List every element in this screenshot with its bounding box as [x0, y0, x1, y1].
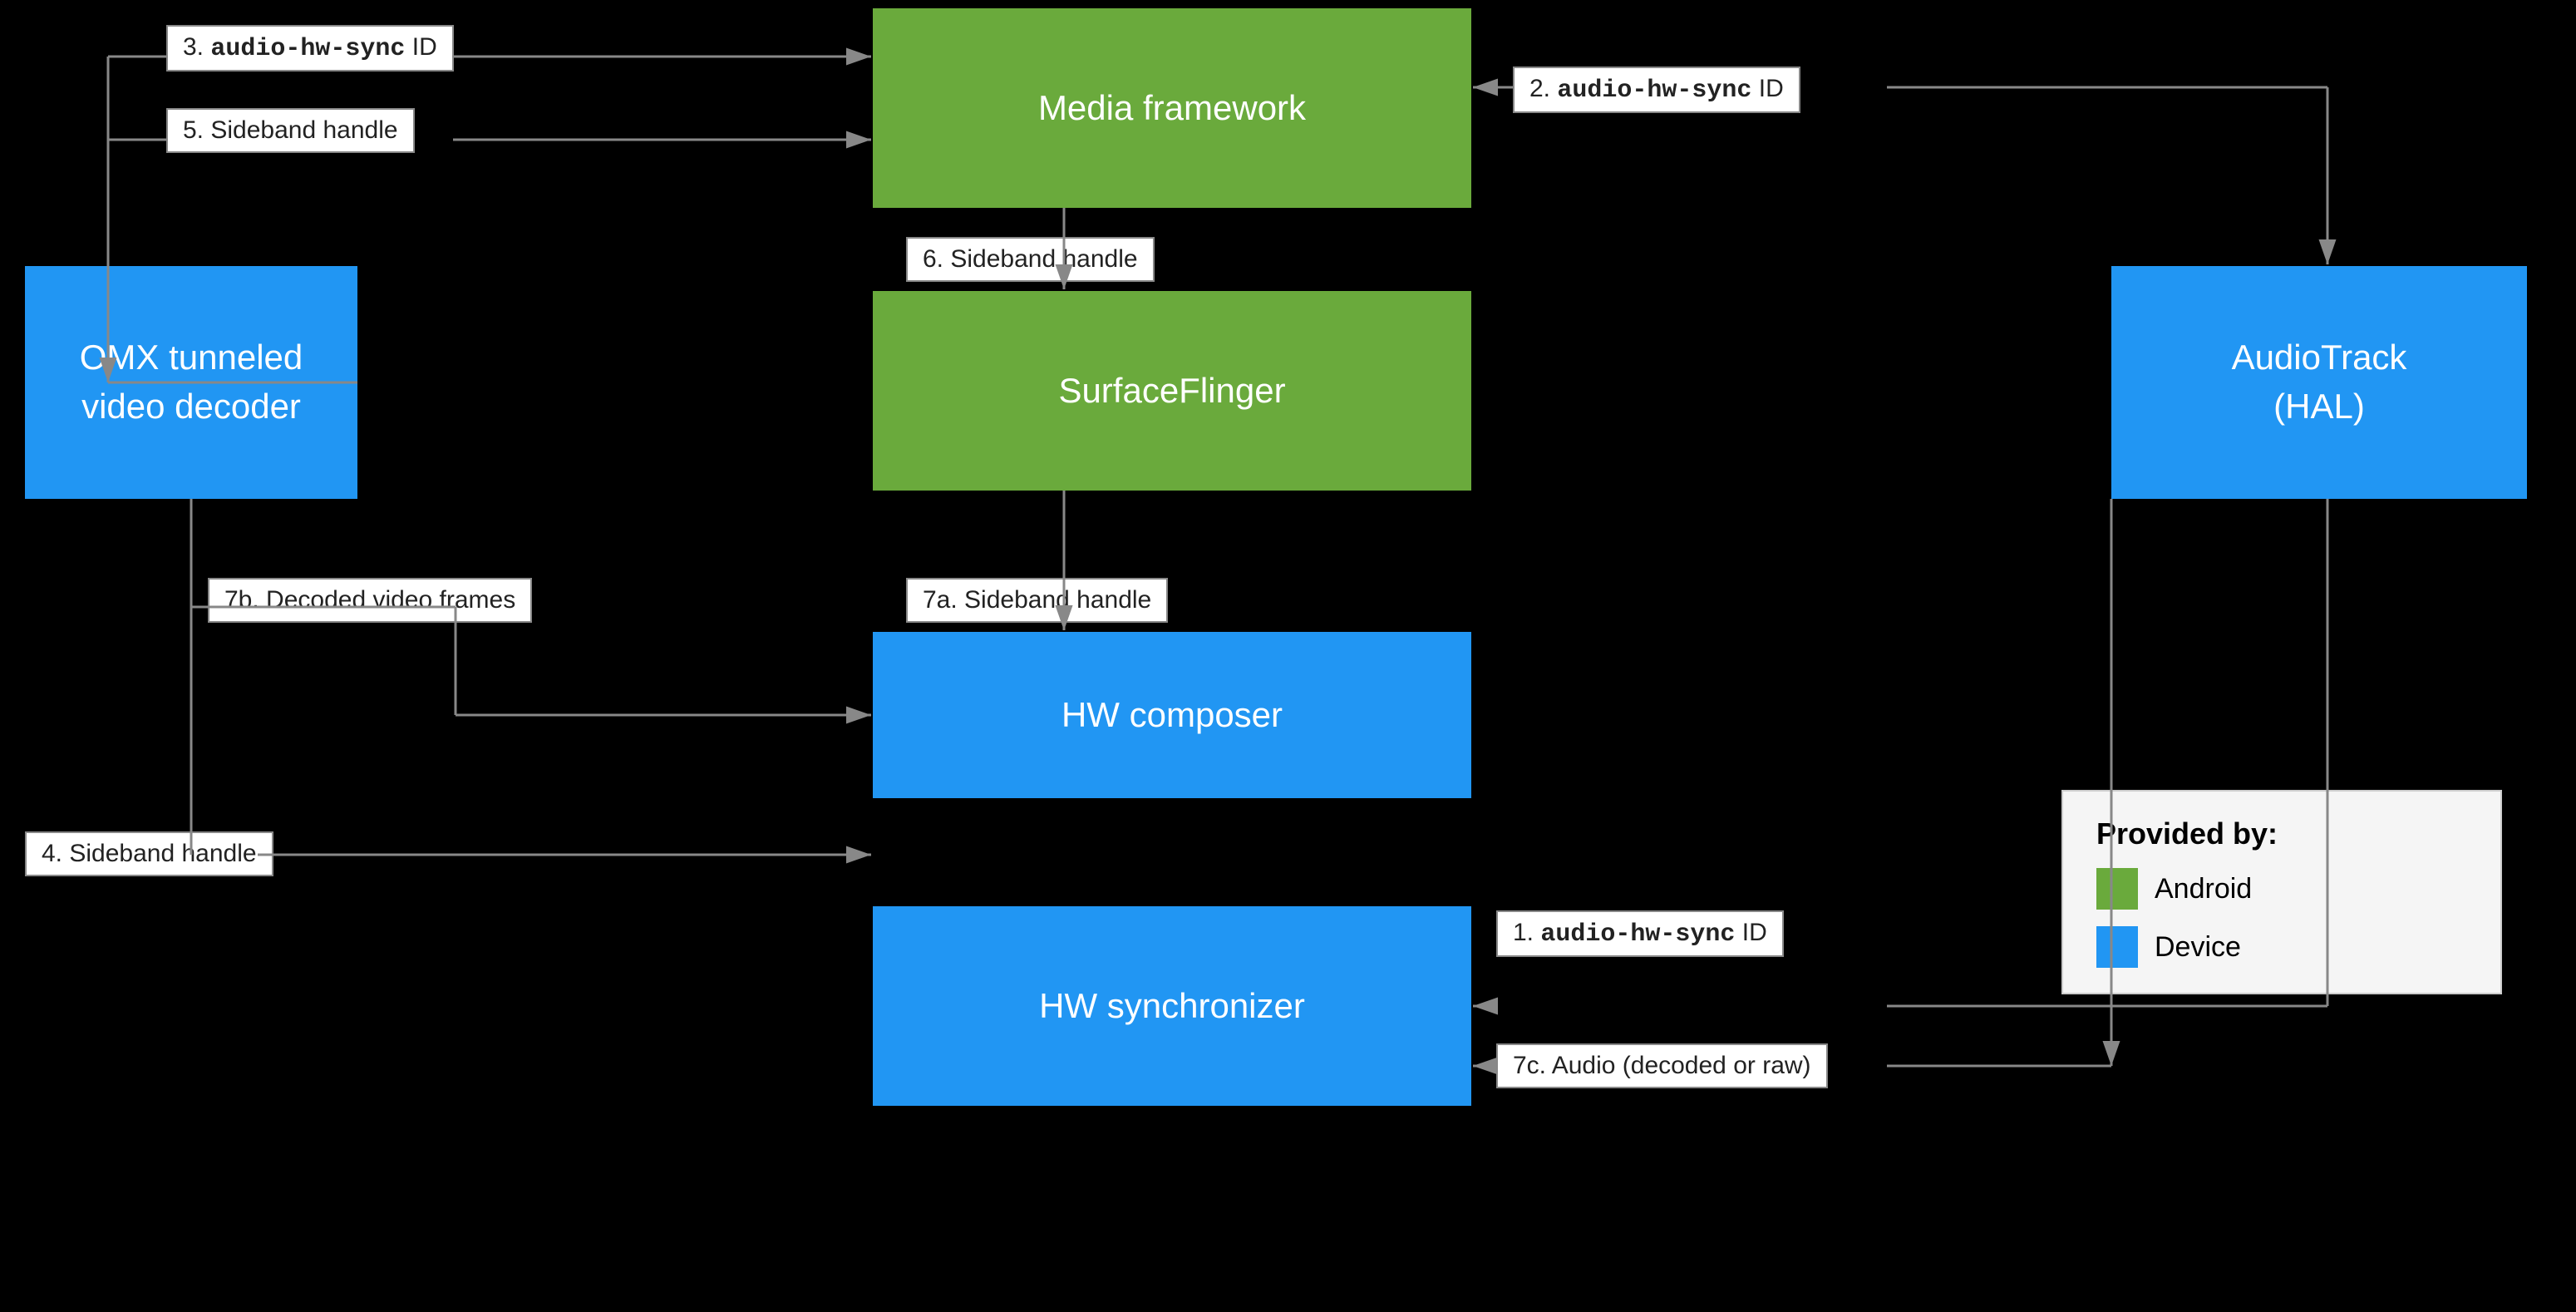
audio-track-box: AudioTrack(HAL) [2111, 266, 2527, 499]
legend-title: Provided by: [2096, 816, 2467, 851]
label-3-audio-hw-sync: 3. audio-hw-sync ID [166, 25, 454, 72]
label-7c-audio: 7c. Audio (decoded or raw) [1496, 1043, 1828, 1088]
hw-synchronizer-box: HW synchronizer [873, 906, 1471, 1106]
legend-label-android: Android [2155, 873, 2252, 905]
legend-swatch-device [2096, 926, 2138, 968]
label-6-sideband: 6. Sideband handle [906, 237, 1155, 282]
media-framework-box: Media framework [873, 8, 1471, 208]
label-2-audio-hw-sync: 2. audio-hw-sync ID [1513, 67, 1800, 113]
legend-item-android: Android [2096, 868, 2467, 910]
label-4-sideband: 4. Sideband handle [25, 831, 273, 876]
legend: Provided by: Android Device [2061, 790, 2502, 994]
legend-label-device: Device [2155, 931, 2241, 964]
label-1-audio-hw-sync: 1. audio-hw-sync ID [1496, 910, 1784, 957]
label-5-sideband: 5. Sideband handle [166, 108, 415, 153]
legend-swatch-android [2096, 868, 2138, 910]
hw-composer-label: HW composer [1061, 695, 1283, 735]
omx-box: OMX tunneledvideo decoder [25, 266, 357, 499]
omx-label: OMX tunneledvideo decoder [80, 333, 303, 432]
audio-track-label: AudioTrack(HAL) [2232, 333, 2407, 432]
label-7a-sideband: 7a. Sideband handle [906, 578, 1168, 623]
media-framework-label: Media framework [1038, 88, 1306, 128]
legend-item-device: Device [2096, 926, 2467, 968]
hw-composer-box: HW composer [873, 632, 1471, 798]
label-7b-video-frames: 7b. Decoded video frames [208, 578, 532, 623]
surface-flinger-label: SurfaceFlinger [1058, 371, 1285, 411]
surface-flinger-box: SurfaceFlinger [873, 291, 1471, 491]
hw-synchronizer-label: HW synchronizer [1039, 986, 1305, 1026]
